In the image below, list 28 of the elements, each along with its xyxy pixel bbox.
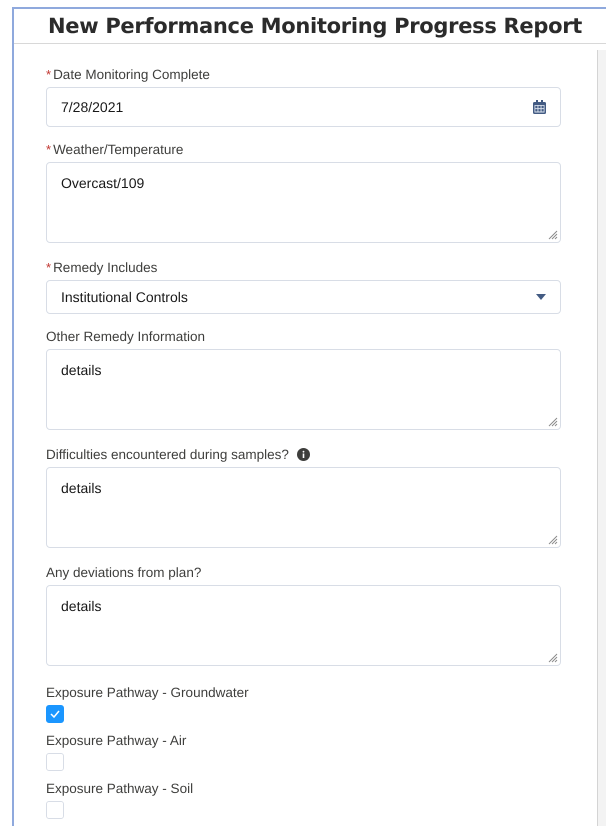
dropdown-field[interactable]: Institutional Controls xyxy=(46,280,561,314)
required-mark: * xyxy=(46,260,52,274)
date-field[interactable]: 7/28/2021 xyxy=(46,87,561,127)
checkbox[interactable] xyxy=(46,705,64,723)
text-area[interactable]: details xyxy=(46,467,561,548)
text-area[interactable]: details xyxy=(46,349,561,430)
check-icon xyxy=(50,710,60,718)
text-area[interactable]: details xyxy=(46,585,561,666)
field-label: Other Remedy Information xyxy=(46,328,206,344)
field-label: Remedy Includes xyxy=(53,260,158,274)
calendar-icon[interactable] xyxy=(533,100,546,114)
resize-handle-icon[interactable] xyxy=(546,415,558,427)
checkbox-label: Exposure Pathway - Soil xyxy=(46,780,194,796)
resize-handle-icon[interactable] xyxy=(546,228,558,240)
info-icon[interactable] xyxy=(296,448,310,460)
field-label: Weather/Temperature xyxy=(53,142,184,156)
required-mark: * xyxy=(46,142,52,156)
field-label: Difficulties encountered during samples? xyxy=(46,446,289,462)
checkbox-label: Exposure Pathway - Groundwater xyxy=(46,684,249,700)
dropdown-caret-icon[interactable] xyxy=(536,294,546,300)
field-label: Any deviations from plan? xyxy=(46,564,202,580)
form-title: New Performance Monitoring Progress Report xyxy=(48,14,582,38)
resize-handle-icon[interactable] xyxy=(546,651,558,663)
checkbox-label: Exposure Pathway - Air xyxy=(46,732,186,748)
resize-handle-icon[interactable] xyxy=(546,533,558,545)
text-area[interactable]: Overcast/109 xyxy=(46,162,561,243)
field-label: Date Monitoring Complete xyxy=(53,66,210,82)
required-mark: * xyxy=(46,66,52,82)
